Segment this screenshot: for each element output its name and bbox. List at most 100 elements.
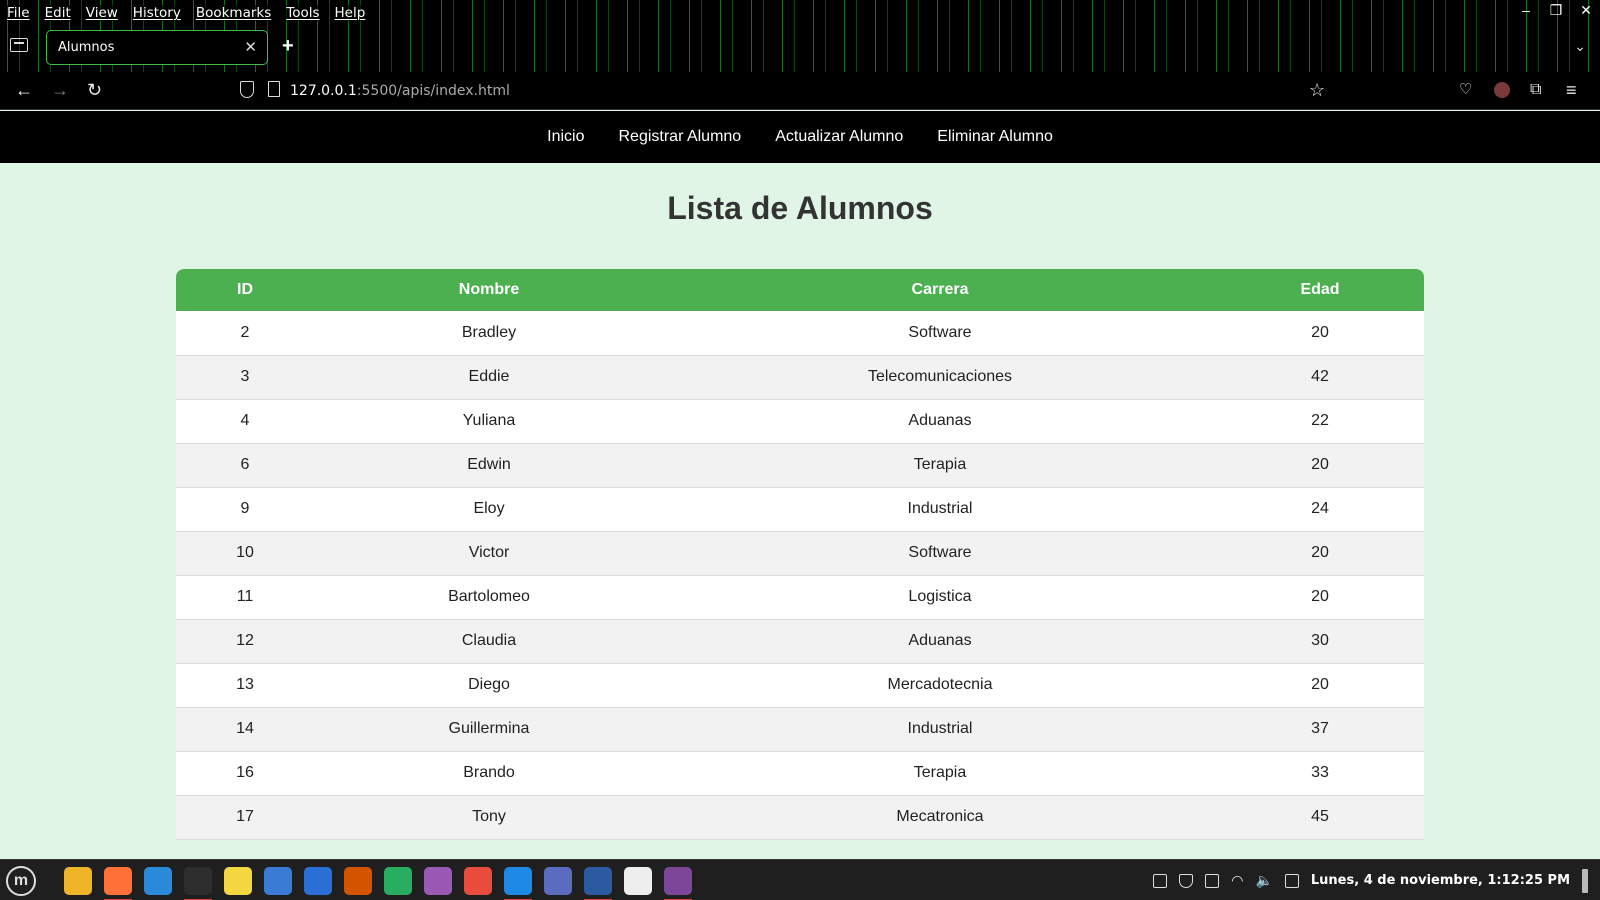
cell-nombre: Claudia <box>314 619 664 664</box>
close-window-icon[interactable]: ✕ <box>1578 2 1594 19</box>
cell-edad: 20 <box>1216 575 1424 620</box>
table-row: 13 Diego Mercadotecnia 20 <box>176 663 1424 708</box>
cell-id: 16 <box>176 751 314 796</box>
tor-icon[interactable] <box>664 867 692 900</box>
table-row: 2 Bradley Software 20 <box>176 311 1424 356</box>
close-tab-icon[interactable]: ✕ <box>244 38 257 56</box>
new-tab-icon[interactable]: + <box>282 35 294 58</box>
menu-history[interactable]: History <box>131 5 182 21</box>
clock[interactable]: Lunes, 4 de noviembre, 1:12:25 PM <box>1311 873 1570 888</box>
tab-list-icon[interactable] <box>10 38 28 52</box>
students-table-container: ID Nombre Carrera Edad 2 Bradley Software 2… <box>176 269 1424 840</box>
nav-registrar-alumno[interactable]: Registrar Alumno <box>618 128 741 146</box>
firefox-icon[interactable] <box>104 867 132 900</box>
cell-carrera: Industrial <box>664 487 1216 532</box>
minimize-icon[interactable]: – <box>1518 2 1534 19</box>
bookmark-star-icon[interactable]: ☆ <box>1309 80 1325 100</box>
cell-carrera: Telecomunicaciones <box>664 355 1216 400</box>
cell-carrera: Aduanas <box>664 619 1216 664</box>
table-row: 16 Brando Terapia 33 <box>176 751 1424 796</box>
start-menu-icon[interactable]: m <box>6 866 36 896</box>
cell-id: 2 <box>176 311 314 356</box>
cell-id: 13 <box>176 663 314 708</box>
page-info-icon[interactable] <box>268 81 280 97</box>
url-bar[interactable]: 127.0.0.1:5500/apis/index.html <box>234 77 1334 105</box>
browser-tab-active[interactable]: Alumnos ✕ <box>46 30 268 65</box>
back-icon[interactable]: ← <box>15 80 33 100</box>
writer-icon[interactable] <box>304 867 332 895</box>
calc-icon[interactable] <box>384 867 412 895</box>
cell-nombre: Bartolomeo <box>314 575 664 620</box>
vscode-icon[interactable] <box>504 867 532 900</box>
cell-edad: 20 <box>1216 443 1424 488</box>
column-header-id: ID <box>176 269 314 311</box>
security-shield-icon[interactable] <box>1179 873 1194 888</box>
cell-nombre: Victor <box>314 531 664 576</box>
cell-edad: 45 <box>1216 795 1424 840</box>
wifi-icon[interactable]: ◠ <box>1231 872 1243 889</box>
cell-carrera: Terapia <box>664 443 1216 488</box>
workbench-icon[interactable] <box>584 867 612 900</box>
table-header: ID Nombre Carrera Edad <box>176 269 1424 311</box>
cell-edad: 22 <box>1216 399 1424 444</box>
cell-nombre: Bradley <box>314 311 664 356</box>
cell-carrera: Terapia <box>664 751 1216 796</box>
cell-edad: 37 <box>1216 707 1424 752</box>
cell-carrera: Software <box>664 311 1216 356</box>
chevron-down-icon[interactable]: ⌄ <box>1574 38 1586 55</box>
browser-toolbar: ← → ↻ 127.0.0.1:5500/apis/index.html ☆ ♡… <box>0 72 1600 110</box>
cell-carrera: Aduanas <box>664 399 1216 444</box>
url-host: 127.0.0.1 <box>290 83 357 99</box>
database-icon[interactable] <box>424 867 452 895</box>
printer-icon[interactable] <box>1205 873 1220 888</box>
edge-icon[interactable] <box>144 867 172 895</box>
shield-icon[interactable] <box>240 81 254 98</box>
table-row: 10 Victor Software 20 <box>176 531 1424 576</box>
terminal-icon[interactable] <box>184 867 212 900</box>
menu-file[interactable]: File <box>6 5 31 21</box>
table-row: 11 Bartolomeo Logistica 20 <box>176 575 1424 620</box>
pocket-icon[interactable]: ♡ <box>1459 80 1472 100</box>
impress-icon[interactable] <box>344 867 372 895</box>
menu-edit[interactable]: Edit <box>43 5 72 21</box>
table-row: 6 Edwin Terapia 20 <box>176 443 1424 488</box>
cell-id: 14 <box>176 707 314 752</box>
menu-help[interactable]: Help <box>333 5 367 21</box>
cell-id: 10 <box>176 531 314 576</box>
notifications-icon[interactable] <box>1284 873 1299 888</box>
hamburger-menu-icon[interactable]: ≡ <box>1566 80 1577 100</box>
table-row: 3 Eddie Telecomunicaciones 42 <box>176 355 1424 400</box>
reload-icon[interactable]: ↻ <box>87 80 102 100</box>
cell-id: 6 <box>176 443 314 488</box>
menu-tools[interactable]: Tools <box>285 5 321 21</box>
menu-view[interactable]: View <box>84 5 119 21</box>
nav-eliminar-alumno[interactable]: Eliminar Alumno <box>937 128 1053 146</box>
table-body: 2 Bradley Software 20 3 Eddie Telecomunicacion… <box>176 311 1424 840</box>
extensions-icon[interactable]: ⧉ <box>1530 80 1541 100</box>
notes-icon[interactable] <box>224 867 252 895</box>
forward-icon[interactable]: → <box>51 80 69 100</box>
account-avatar-icon[interactable] <box>1494 82 1510 98</box>
url-text: 127.0.0.1:5500/apis/index.html <box>290 83 510 99</box>
volume-icon[interactable]: 🔈 <box>1255 872 1272 889</box>
cell-edad: 24 <box>1216 487 1424 532</box>
show-desktop-button[interactable] <box>1582 868 1588 893</box>
screenshot-icon[interactable] <box>264 867 292 895</box>
menu-bookmarks[interactable]: Bookmarks <box>194 5 273 21</box>
settings-icon[interactable] <box>624 867 652 895</box>
nav-inicio[interactable]: Inicio <box>547 128 584 146</box>
cell-carrera: Software <box>664 531 1216 576</box>
restore-icon[interactable]: ❐ <box>1548 2 1564 19</box>
nav-actualizar-alumno[interactable]: Actualizar Alumno <box>775 128 903 146</box>
viewer-icon[interactable] <box>464 867 492 895</box>
cell-edad: 42 <box>1216 355 1424 400</box>
column-header-carrera: Carrera <box>664 269 1216 311</box>
files-icon[interactable] <box>64 867 92 895</box>
tab-title: Alumnos <box>58 40 115 55</box>
teams-icon[interactable] <box>544 867 572 895</box>
browser-menubar: File Edit View History Bookmarks Tools H… <box>0 0 367 26</box>
clipboard-icon[interactable] <box>1153 873 1168 888</box>
cell-nombre: Guillermina <box>314 707 664 752</box>
taskbar: m ◠ 🔈 Lunes, 4 de noviembre, 1:12:25 PM <box>0 859 1600 900</box>
students-table: ID Nombre Carrera Edad 2 Bradley Software 2… <box>176 269 1424 840</box>
